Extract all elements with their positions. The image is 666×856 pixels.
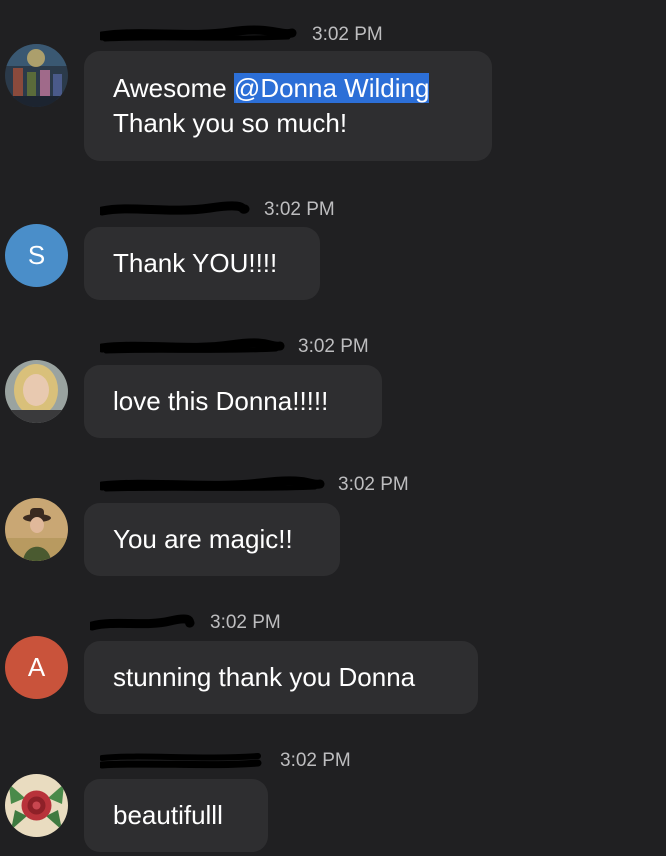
message-bubble[interactable]: beautifulll xyxy=(84,779,268,852)
fantasy-art-avatar-icon[interactable] xyxy=(5,44,68,107)
message-meta: 3:02 PM xyxy=(100,336,400,358)
message-timestamp: 3:02 PM xyxy=(312,24,383,45)
user-mention-link[interactable]: @Donna Wilding xyxy=(233,73,430,103)
message-bubble[interactable]: stunning thank you Donna xyxy=(84,641,478,714)
message-timestamp: 3:02 PM xyxy=(298,336,369,357)
avatar-initial: S xyxy=(27,240,46,270)
message-meta: 3:02 PM xyxy=(100,24,400,46)
message-text: Thank you so much! xyxy=(113,108,348,138)
blonde-woman-photo-avatar-icon[interactable] xyxy=(5,360,68,423)
redacted-username xyxy=(100,201,250,216)
redacted-username xyxy=(100,338,285,354)
rose-illustration-avatar-icon[interactable] xyxy=(5,774,68,837)
message-meta: 3:02 PM xyxy=(90,612,330,634)
message-timestamp: 3:02 PM xyxy=(280,750,351,771)
redacted-username xyxy=(100,476,325,492)
message-meta: 3:02 PM xyxy=(100,199,360,221)
message-timestamp: 3:02 PM xyxy=(338,474,409,495)
message-text: stunning thank you Donna xyxy=(113,662,416,692)
message-bubble[interactable]: Thank YOU!!!! xyxy=(84,227,320,300)
message-meta: 3:02 PM xyxy=(100,474,440,496)
user-initial-avatar[interactable]: S xyxy=(5,224,68,287)
redacted-username xyxy=(90,614,195,631)
message-timestamp: 3:02 PM xyxy=(264,199,335,220)
message-timestamp: 3:02 PM xyxy=(210,612,281,633)
avatar-initial: A xyxy=(27,652,46,682)
redacted-username xyxy=(100,753,262,769)
message-bubble[interactable]: love this Donna!!!!! xyxy=(84,365,382,438)
message-text-line: Awesome @Donna Wilding xyxy=(113,71,463,106)
message-text: Thank YOU!!!! xyxy=(113,248,278,278)
redacted-username xyxy=(100,25,297,42)
message-bubble[interactable]: Awesome @Donna Wilding Thank you so much… xyxy=(84,51,492,161)
message-text: beautifulll xyxy=(113,800,223,830)
message-text: You are magic!! xyxy=(113,524,293,554)
message-text: Awesome xyxy=(113,73,234,103)
message-bubble[interactable]: You are magic!! xyxy=(84,503,340,576)
user-initial-avatar[interactable]: A xyxy=(5,636,68,699)
message-text: love this Donna!!!!! xyxy=(113,386,329,416)
message-meta: 3:02 PM xyxy=(100,750,400,772)
woman-with-hat-photo-avatar-icon[interactable] xyxy=(5,498,68,561)
